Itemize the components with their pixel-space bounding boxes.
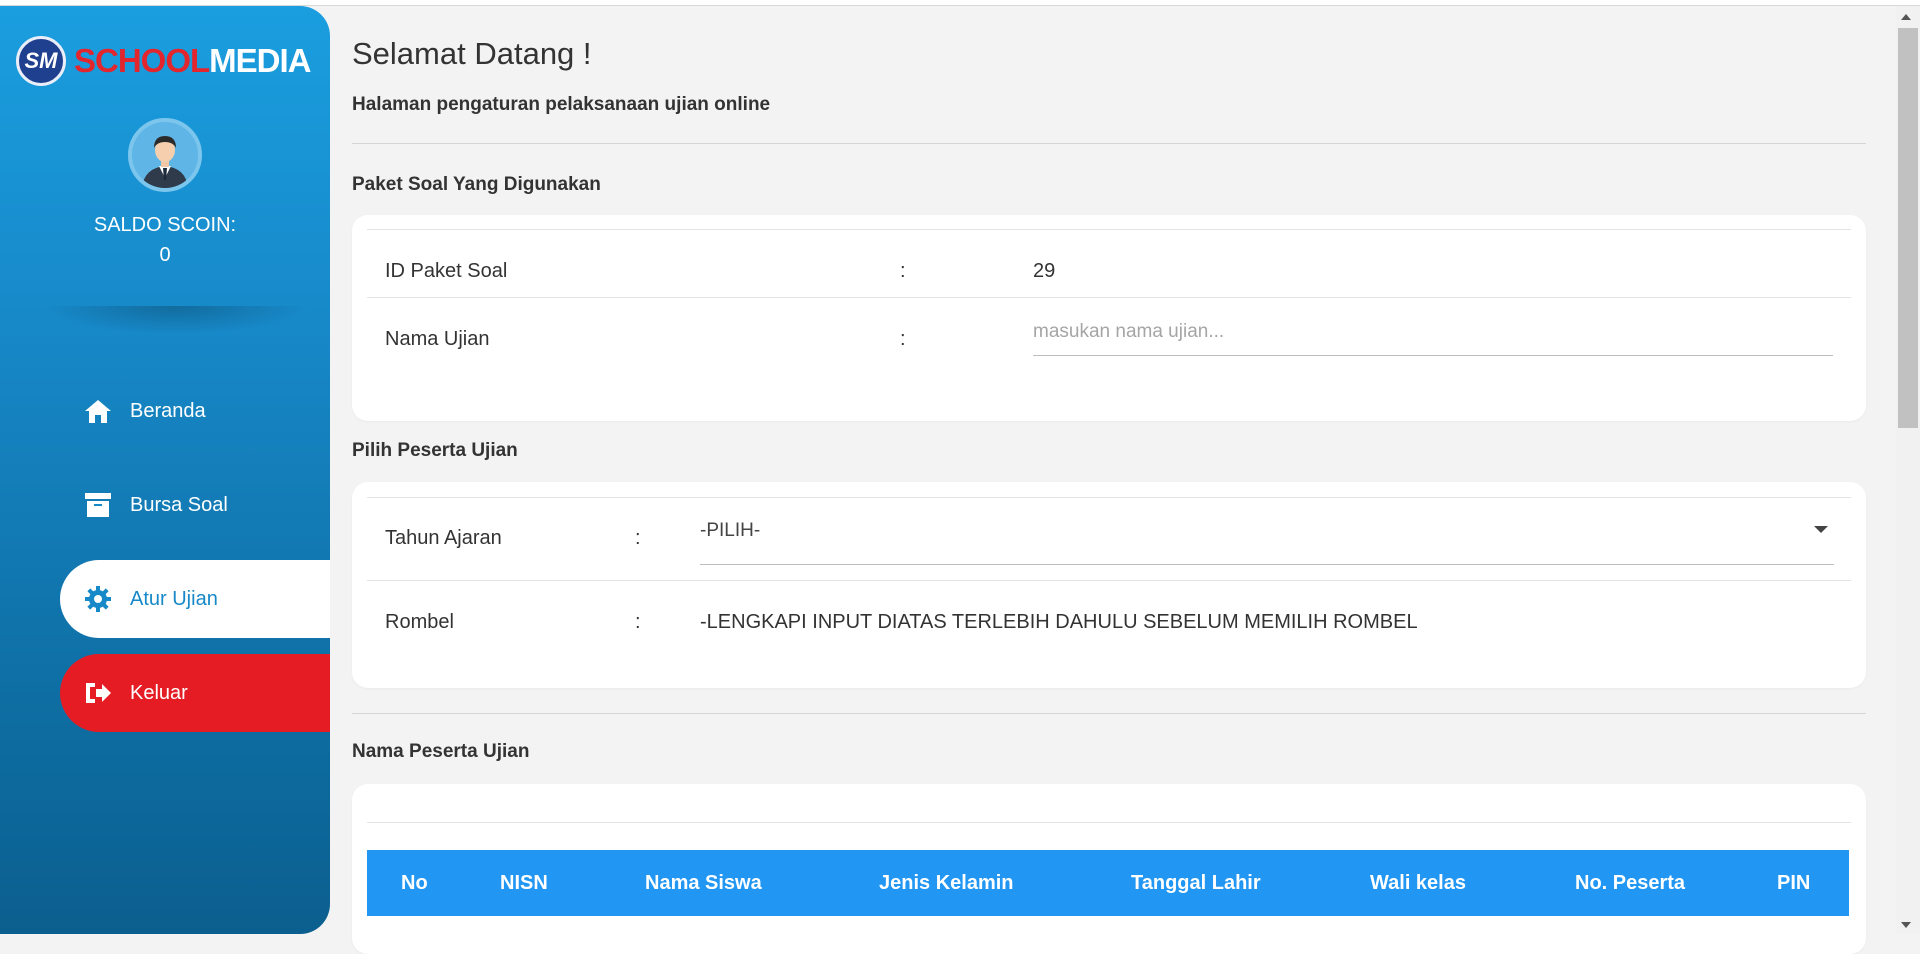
nama-ujian-input[interactable] bbox=[1033, 321, 1833, 356]
column-header-jenis-kelamin[interactable]: Jenis Kelamin bbox=[879, 872, 1014, 895]
column-header-pin[interactable]: PIN bbox=[1777, 872, 1810, 895]
table-header: No NISN Nama Siswa Jenis Kelamin Tanggal… bbox=[367, 850, 1849, 916]
section-title-peserta: Pilih Peserta Ujian bbox=[352, 440, 518, 461]
section-title-paket: Paket Soal Yang Digunakan bbox=[352, 174, 601, 195]
saldo-value: 0 bbox=[159, 244, 171, 266]
archive-icon bbox=[82, 489, 114, 521]
sidebar-item-label: Keluar bbox=[130, 681, 188, 704]
paket-card: ID Paket Soal : 29 Nama Ujian : bbox=[352, 215, 1866, 421]
divider bbox=[352, 713, 1866, 714]
tahun-ajaran-label: Tahun Ajaran bbox=[385, 527, 502, 549]
column-header-no-peserta[interactable]: No. Peserta bbox=[1575, 872, 1685, 895]
sidebar-item-beranda[interactable]: Beranda bbox=[60, 372, 330, 450]
sidebar-item-label: Beranda bbox=[130, 399, 206, 422]
row-divider bbox=[367, 580, 1851, 581]
sign-out-icon bbox=[82, 677, 114, 709]
row-divider bbox=[367, 822, 1851, 823]
scrollbar-thumb[interactable] bbox=[1898, 28, 1918, 428]
saldo-label: SALDO SCOIN: bbox=[93, 214, 237, 236]
rombel-value: -LENGKAPI INPUT DIATAS TERLEBIH DAHULU S… bbox=[700, 611, 1418, 633]
page-title: Selamat Datang ! bbox=[352, 36, 592, 71]
row-divider bbox=[367, 297, 1851, 298]
sidebar: SM SCHOOLMEDIA SALDO SCOIN: 0 Beranda Bu… bbox=[0, 6, 330, 934]
column-header-no[interactable]: No bbox=[401, 872, 428, 895]
colon: : bbox=[900, 328, 906, 350]
sidebar-divider-shadow bbox=[40, 306, 310, 334]
logo[interactable]: SM SCHOOLMEDIA bbox=[16, 36, 312, 86]
sidebar-item-label: Bursa Soal bbox=[130, 493, 228, 516]
nama-peserta-card: No NISN Nama Siswa Jenis Kelamin Tanggal… bbox=[352, 784, 1866, 954]
id-paket-label: ID Paket Soal bbox=[385, 260, 508, 282]
divider bbox=[352, 143, 1866, 144]
id-paket-value: 29 bbox=[1033, 260, 1056, 282]
main-content: Selamat Datang ! Halaman pengaturan pela… bbox=[352, 6, 1866, 954]
section-title-nama-peserta: Nama Peserta Ujian bbox=[352, 741, 530, 762]
peserta-card: Tahun Ajaran : -PILIH- Rombel : -LENGKAP… bbox=[352, 482, 1866, 688]
row-divider bbox=[367, 229, 1851, 230]
colon: : bbox=[900, 260, 906, 282]
colon: : bbox=[635, 527, 641, 549]
scrollbar[interactable] bbox=[1896, 6, 1920, 934]
logo-text-media: MEDIA bbox=[209, 42, 311, 79]
row-divider bbox=[367, 497, 1851, 498]
page-subtitle: Halaman pengaturan pelaksanaan ujian onl… bbox=[352, 94, 771, 115]
column-header-tanggal-lahir[interactable]: Tanggal Lahir bbox=[1131, 872, 1261, 895]
avatar[interactable] bbox=[128, 118, 202, 192]
nama-ujian-label: Nama Ujian bbox=[385, 328, 490, 350]
home-icon bbox=[82, 395, 114, 427]
rombel-label: Rombel bbox=[385, 611, 454, 633]
logo-text-school: SCHOOL bbox=[74, 42, 210, 79]
column-header-nisn[interactable]: NISN bbox=[500, 872, 548, 895]
tahun-ajaran-select[interactable]: -PILIH- bbox=[700, 520, 1834, 565]
sidebar-item-atur-ujian[interactable]: Atur Ujian bbox=[60, 560, 330, 638]
chevron-down-icon bbox=[1814, 526, 1828, 533]
column-header-nama-siswa[interactable]: Nama Siswa bbox=[645, 872, 762, 895]
colon: : bbox=[635, 611, 641, 633]
tahun-ajaran-selected: -PILIH- bbox=[700, 520, 761, 541]
sidebar-item-keluar[interactable]: Keluar bbox=[60, 654, 330, 732]
scroll-up-arrow-icon[interactable] bbox=[1901, 14, 1911, 20]
scroll-down-arrow-icon[interactable] bbox=[1901, 922, 1911, 928]
logo-text: SCHOOLMEDIA bbox=[74, 42, 312, 80]
column-header-wali-kelas[interactable]: Wali kelas bbox=[1370, 872, 1466, 895]
sidebar-item-label: Atur Ujian bbox=[130, 587, 218, 610]
sidebar-item-bursa-soal[interactable]: Bursa Soal bbox=[60, 466, 330, 544]
logo-badge: SM bbox=[16, 36, 66, 86]
gear-icon bbox=[82, 583, 114, 615]
